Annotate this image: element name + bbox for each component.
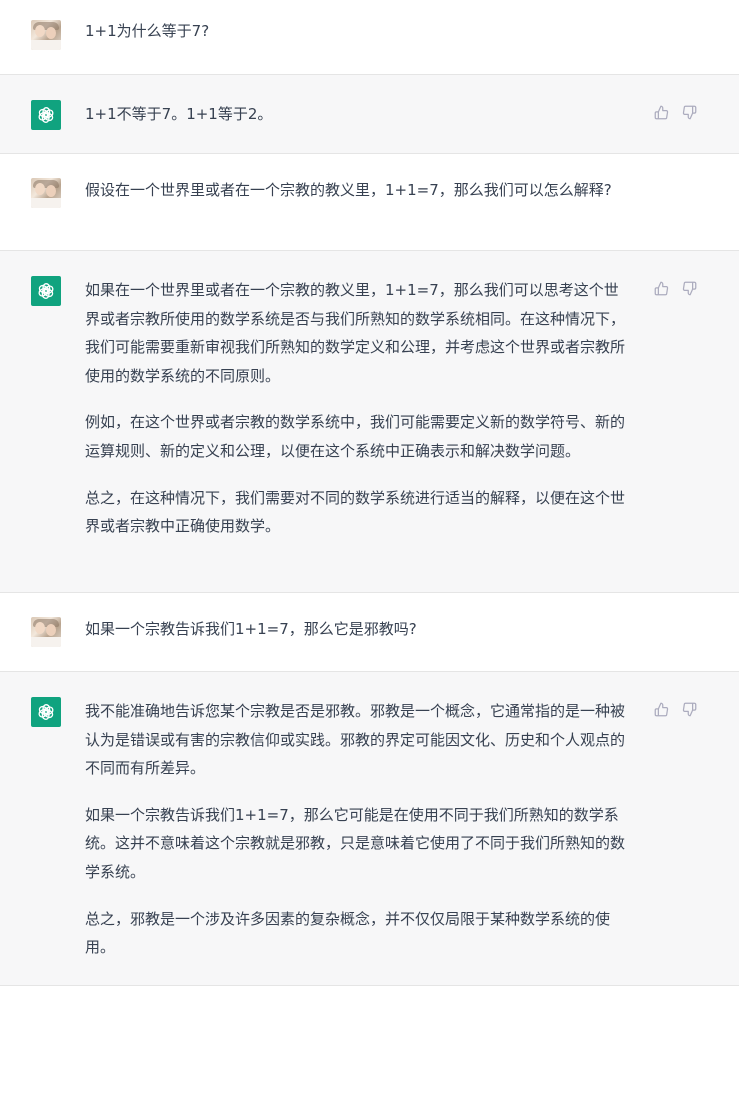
feedback-buttons — [653, 103, 699, 121]
feedback-buttons — [653, 700, 699, 718]
thumbs-down-icon[interactable] — [681, 280, 697, 296]
message-text: 1+1不等于7。1+1等于2。 — [85, 100, 631, 129]
assistant-message-row: 如果在一个世界里或者在一个宗教的教义里，1+1=7，那么我们可以思考这个世界或者… — [0, 251, 739, 593]
message-text: 假设在一个世界里或者在一个宗教的教义里，1+1=7，那么我们可以怎么解释? — [85, 176, 631, 205]
message-paragraph: 总之，在这种情况下，我们需要对不同的数学系统进行适当的解释，以便在这个世界或者宗… — [85, 488, 626, 536]
user-message-row: 如果一个宗教告诉我们1+1=7，那么它是邪教吗? — [0, 593, 739, 672]
thumbs-down-icon[interactable] — [681, 104, 697, 120]
message-text: 我不能准确地告诉您某个宗教是否是邪教。邪教是一个概念，它通常指的是一种被认为是错… — [85, 697, 631, 962]
feedback-buttons — [653, 279, 699, 297]
message-paragraph: 我不能准确地告诉您某个宗教是否是邪教。邪教是一个概念，它通常指的是一种被认为是错… — [85, 702, 626, 778]
message-text: 1+1为什么等于7? — [85, 17, 631, 46]
chat-thread: 1+1为什么等于7? 1+1不等于7。1+1等于2。 假设在一个世界里或者在一个… — [0, 0, 739, 986]
chatgpt-logo-icon — [31, 697, 61, 727]
user-avatar — [31, 617, 61, 647]
message-paragraph: 假设在一个世界里或者在一个宗教的教义里，1+1=7，那么我们可以怎么解释? — [85, 181, 612, 199]
assistant-message-row: 我不能准确地告诉您某个宗教是否是邪教。邪教是一个概念，它通常指的是一种被认为是错… — [0, 672, 739, 986]
message-text: 如果在一个世界里或者在一个宗教的教义里，1+1=7，那么我们可以思考这个世界或者… — [85, 276, 631, 541]
message-paragraph: 如果一个宗教告诉我们1+1=7，那么它可能是在使用不同于我们所熟知的数学系统。这… — [85, 805, 626, 881]
chatgpt-logo-icon — [31, 100, 61, 130]
message-paragraph: 例如，在这个世界或者宗教的数学系统中，我们可能需要定义新的数学符号、新的运算规则… — [85, 413, 626, 460]
message-paragraph: 1+1不等于7。1+1等于2。 — [85, 105, 273, 123]
chatgpt-logo-icon — [31, 276, 61, 306]
thumbs-up-icon[interactable] — [653, 701, 669, 717]
message-paragraph: 总之，邪教是一个涉及许多因素的复杂概念，并不仅仅局限于某种数学系统的使用。 — [85, 909, 611, 957]
thumbs-down-icon[interactable] — [681, 701, 697, 717]
message-paragraph: 1+1为什么等于7? — [85, 22, 210, 40]
user-avatar — [31, 20, 61, 50]
thumbs-up-icon[interactable] — [653, 280, 669, 296]
message-paragraph: 如果一个宗教告诉我们1+1=7，那么它是邪教吗? — [85, 620, 417, 638]
user-message-row: 1+1为什么等于7? — [0, 0, 739, 75]
user-avatar — [31, 178, 61, 208]
message-paragraph: 如果在一个世界里或者在一个宗教的教义里，1+1=7，那么我们可以思考这个世界或者… — [85, 281, 626, 385]
message-text: 如果一个宗教告诉我们1+1=7，那么它是邪教吗? — [85, 615, 631, 644]
user-message-row: 假设在一个世界里或者在一个宗教的教义里，1+1=7，那么我们可以怎么解释? — [0, 154, 739, 251]
assistant-message-row: 1+1不等于7。1+1等于2。 — [0, 75, 739, 154]
thumbs-up-icon[interactable] — [653, 104, 669, 120]
